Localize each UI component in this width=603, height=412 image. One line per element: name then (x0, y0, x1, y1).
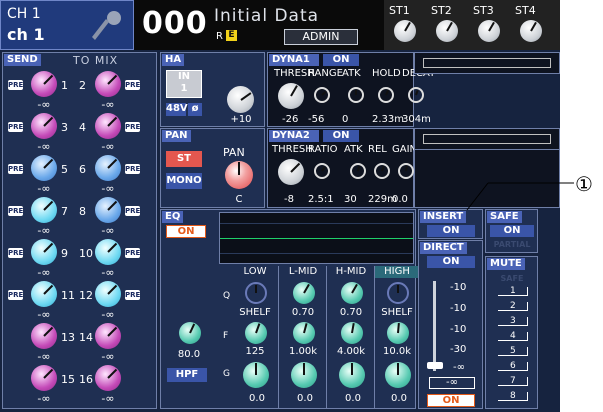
callout-number: ① (575, 172, 593, 196)
callout-line (466, 182, 574, 211)
